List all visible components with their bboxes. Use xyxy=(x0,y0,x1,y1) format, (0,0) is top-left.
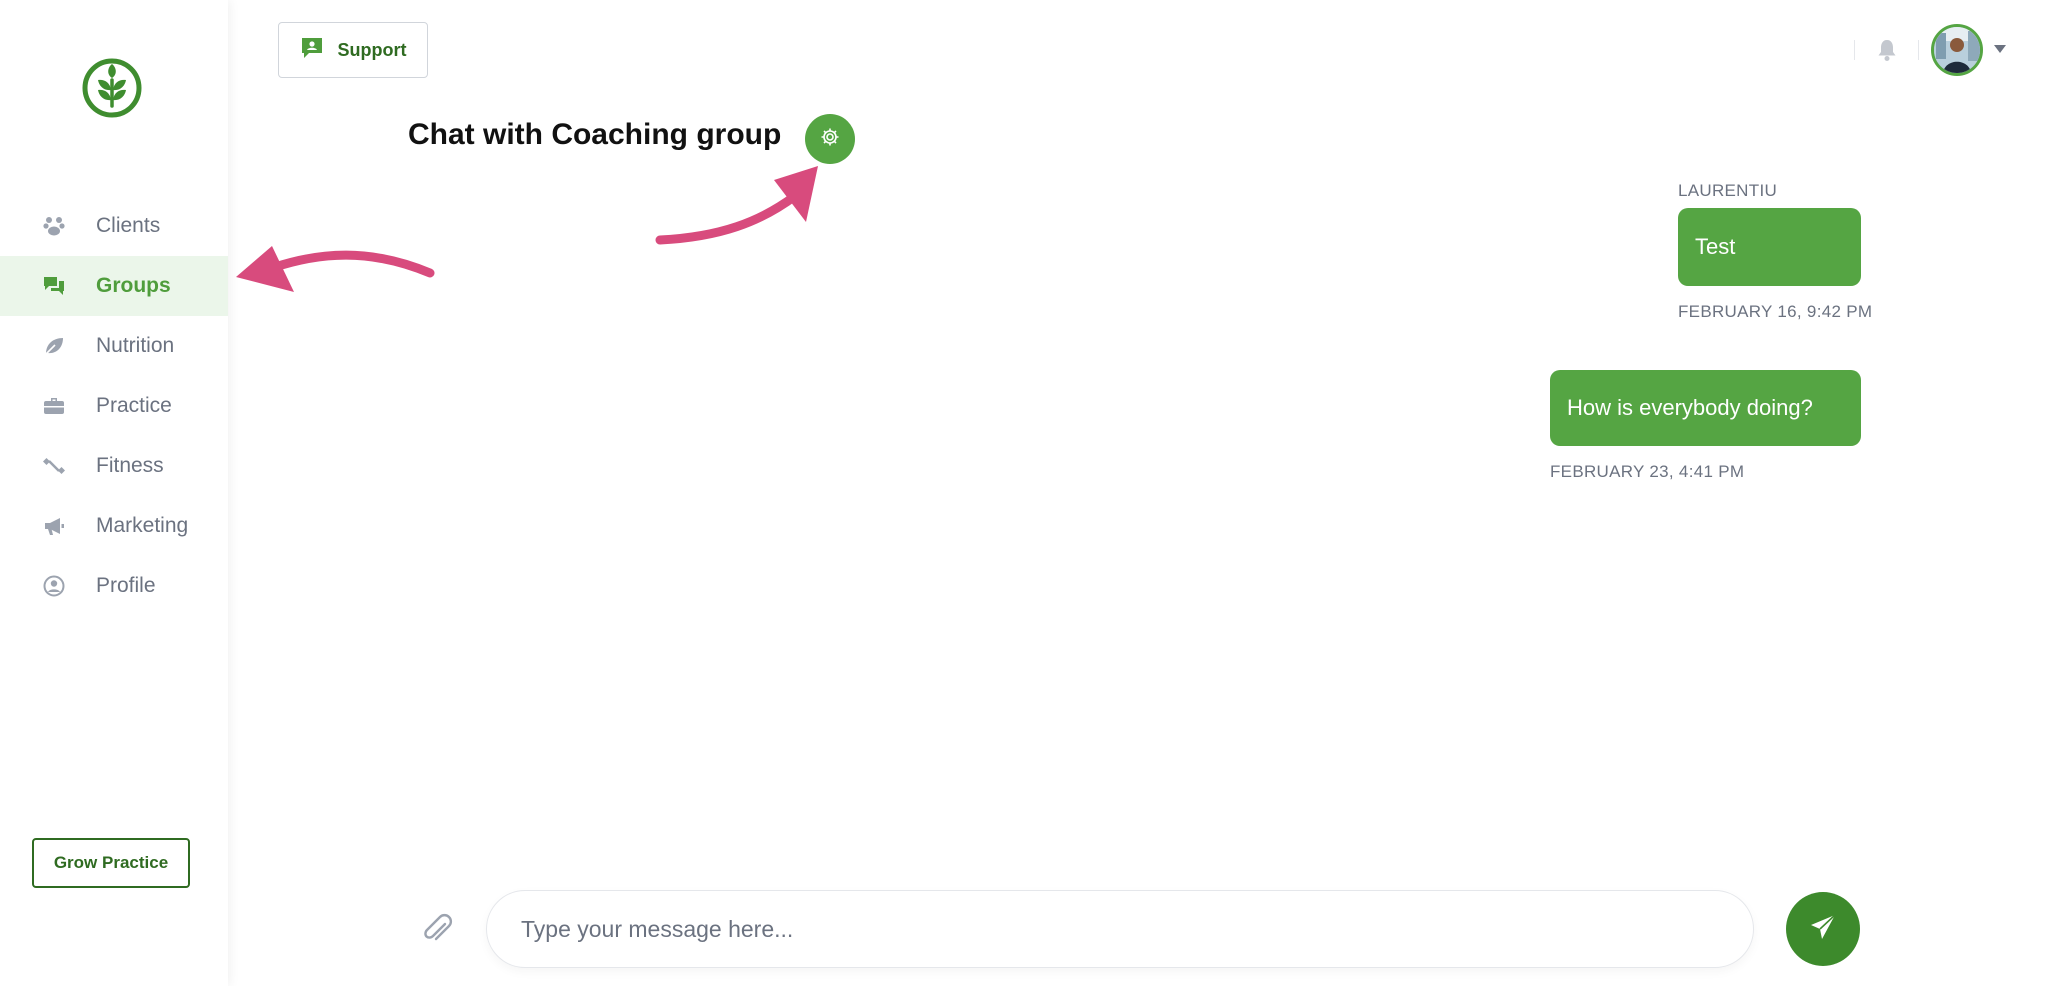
topbar-divider xyxy=(1918,40,1919,60)
sidebar-item-label: Marketing xyxy=(96,514,189,537)
sidebar-item-clients[interactable]: Clients xyxy=(0,196,228,256)
support-chat-icon xyxy=(300,36,324,65)
arrow-to-settings xyxy=(655,166,818,245)
message-input[interactable] xyxy=(486,890,1754,968)
leaf-icon xyxy=(40,332,68,360)
sidebar-item-label: Clients xyxy=(96,214,161,237)
message-timestamp: FEBRUARY 23, 4:41 PM xyxy=(1550,462,1745,481)
bell-icon[interactable] xyxy=(1876,38,1898,62)
gear-icon xyxy=(820,127,840,152)
grow-practice-button[interactable]: Grow Practice xyxy=(32,838,190,888)
sidebar-item-groups[interactable]: Groups xyxy=(0,256,228,316)
paw-icon xyxy=(40,212,68,240)
chat-title: Chat with Coaching group xyxy=(408,118,782,151)
sidebar-item-label: Profile xyxy=(96,574,156,597)
dumbbell-icon xyxy=(40,452,68,480)
sidebar: Clients Groups Nutrition Practice Fitnes… xyxy=(0,0,228,986)
sidebar-item-marketing[interactable]: Marketing xyxy=(0,496,228,556)
user-avatar[interactable] xyxy=(1931,24,1983,76)
sidebar-item-label: Practice xyxy=(96,394,172,417)
annotation-arrows xyxy=(236,166,818,292)
support-button[interactable]: Support xyxy=(278,22,428,78)
caret-down-icon[interactable] xyxy=(1992,42,2008,54)
briefcase-icon xyxy=(40,392,68,420)
sidebar-nav: Clients Groups Nutrition Practice Fitnes… xyxy=(0,196,228,616)
sidebar-item-profile[interactable]: Profile xyxy=(0,556,228,616)
sidebar-item-nutrition[interactable]: Nutrition xyxy=(0,316,228,376)
group-settings-button[interactable] xyxy=(805,114,855,164)
leaf-logo-icon[interactable] xyxy=(82,58,142,118)
sidebar-item-practice[interactable]: Practice xyxy=(0,376,228,436)
megaphone-icon xyxy=(40,512,68,540)
sidebar-item-label: Groups xyxy=(96,274,171,297)
paperclip-icon[interactable] xyxy=(418,910,458,950)
arrow-to-groups xyxy=(236,246,435,292)
sidebar-item-label: Nutrition xyxy=(96,334,175,357)
user-circle-icon xyxy=(40,572,68,600)
topbar-divider xyxy=(1854,40,1855,60)
chat-icon xyxy=(40,272,68,300)
message-sender: LAURENTIU xyxy=(1678,181,1778,200)
paper-plane-icon xyxy=(1808,912,1838,947)
sidebar-item-label: Fitness xyxy=(96,454,164,477)
send-button[interactable] xyxy=(1786,892,1860,966)
support-button-label: Support xyxy=(337,39,407,60)
message-bubble: How is everybody doing? xyxy=(1550,370,1861,446)
message-timestamp: FEBRUARY 16, 9:42 PM xyxy=(1678,302,1873,321)
message-bubble: Test xyxy=(1678,208,1861,286)
sidebar-item-fitness[interactable]: Fitness xyxy=(0,436,228,496)
